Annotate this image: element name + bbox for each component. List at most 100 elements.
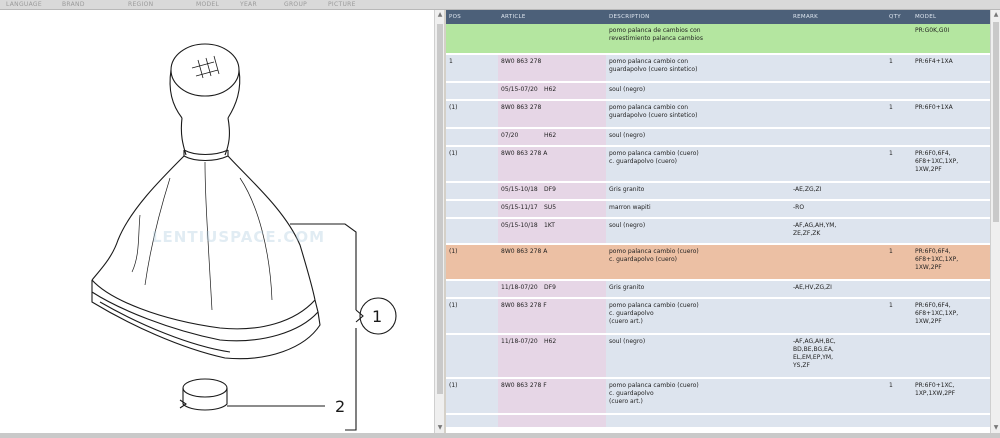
cell-remark: [790, 100, 886, 129]
column-header-description[interactable]: DESCRIPTION: [606, 10, 790, 24]
table-row[interactable]: 05/15-10/18 DF9 Gris granito -AE,ZG,ZI: [446, 182, 990, 201]
cell-remark: [790, 128, 886, 147]
filter-group[interactable]: GROUP: [284, 1, 307, 8]
cell-model: [912, 334, 990, 379]
variant-color-code: DF9: [544, 284, 556, 291]
column-header-article[interactable]: ARTICLE: [498, 10, 606, 24]
parts-table: POS ARTICLE DESCRIPTION REMARK QTY MODEL pomo…: [446, 10, 990, 429]
cell-pos: [446, 128, 498, 147]
cell-qty: [886, 182, 912, 201]
scroll-down-arrow-icon[interactable]: ▼: [991, 423, 1000, 433]
filter-brand[interactable]: BRAND: [62, 1, 85, 8]
filter-year[interactable]: YEAR: [240, 1, 257, 8]
table-row[interactable]: 05/15-11/17 SU5 marron wapiti -RO: [446, 200, 990, 219]
diagram-scrollbar[interactable]: ▲ ▼: [434, 10, 444, 433]
table-row[interactable]: pomo palanca de cambios con revestimient…: [446, 24, 990, 55]
filter-region[interactable]: REGION: [128, 1, 153, 8]
cell-remark: [790, 24, 886, 55]
cell-pos: (1): [446, 378, 498, 415]
column-header-pos[interactable]: POS: [446, 10, 498, 24]
cell-article: 11/18-07/20 DF9: [498, 280, 606, 299]
table-row[interactable]: (1) 8W0 863 278 pomo palanca cambio con gu…: [446, 100, 990, 129]
cell-model: PR:G0K,G0I: [912, 24, 990, 55]
variant-color-code: H62: [544, 132, 557, 139]
top-filter-bar: LANGUAGE BRAND REGION MODEL YEAR GROUP PICTURE: [0, 0, 1000, 10]
cell-description: pomo palanca cambio (cuero) c. guardapol…: [606, 378, 790, 415]
variant-date: 11/18-07/20: [501, 284, 538, 291]
cell-description: marron wapiti: [606, 200, 790, 219]
cell-qty: 1: [886, 146, 912, 183]
filter-picture[interactable]: PICTURE: [328, 1, 356, 8]
cell-model: [912, 218, 990, 245]
variant-date: 11/18-07/20: [501, 338, 538, 345]
cell-article: 8W0 863 278 F: [498, 378, 606, 415]
cell-qty: [886, 414, 912, 429]
cell-pos: (1): [446, 244, 498, 281]
watermark: LENTIUSPACE.COM: [152, 228, 326, 246]
cell-qty: [886, 128, 912, 147]
cell-description: soul (negro): [606, 334, 790, 379]
scroll-up-arrow-icon[interactable]: ▲: [435, 10, 445, 20]
table-row[interactable]: 05/15-07/20 H62 soul (negro): [446, 82, 990, 101]
cell-pos: (1): [446, 298, 498, 335]
scroll-down-arrow-icon[interactable]: ▼: [435, 423, 445, 433]
cell-qty: 1: [886, 244, 912, 281]
cell-article: [498, 24, 606, 55]
table-row[interactable]: (1) 8W0 863 278 Fpomo palanca cambio (cue…: [446, 378, 990, 415]
table-scrollbar[interactable]: ▲ ▼: [990, 10, 1000, 433]
table-row-selected[interactable]: (1) 8W0 863 278 Apomo palanca cambio (cue…: [446, 244, 990, 281]
table-scroll-thumb[interactable]: [993, 22, 999, 222]
table-row[interactable]: [446, 414, 990, 429]
variant-color-code: SU5: [544, 204, 557, 211]
cell-pos: [446, 24, 498, 55]
cell-remark: [790, 82, 886, 101]
filter-model[interactable]: MODEL: [196, 1, 219, 8]
cell-qty: [886, 218, 912, 245]
table-header: POS ARTICLE DESCRIPTION REMARK QTY MODEL: [446, 10, 990, 24]
cell-model: [912, 414, 990, 429]
cell-model: PR:6F0+1XA: [912, 100, 990, 129]
column-header-remark[interactable]: REMARK: [790, 10, 886, 24]
filter-language[interactable]: LANGUAGE: [6, 1, 42, 8]
cell-qty: [886, 200, 912, 219]
cell-pos: [446, 414, 498, 429]
cell-model: PR:6F0,6F4, 6F8+1XC,1XP, 1XW,2PF: [912, 146, 990, 183]
cell-model: [912, 280, 990, 299]
scroll-up-arrow-icon[interactable]: ▲: [991, 10, 1000, 20]
column-header-qty[interactable]: QTY: [886, 10, 912, 24]
table-row[interactable]: (1) 8W0 863 278 Fpomo palanca cambio (cue…: [446, 298, 990, 335]
cell-article: 07/20 H62: [498, 128, 606, 147]
cell-remark: -AF,AG,AH,BC, BD,BE,BG,EA, EL,EM,EP,YM, …: [790, 334, 886, 379]
cell-article: 05/15-10/18 1KT: [498, 218, 606, 245]
column-header-model[interactable]: MODEL: [912, 10, 990, 24]
table-row[interactable]: 1 8W0 863 278 pomo palanca cambio con guar…: [446, 54, 990, 83]
cell-qty: 1: [886, 100, 912, 129]
table-row[interactable]: (1) 8W0 863 278 Apomo palanca cambio (cue…: [446, 146, 990, 183]
table-row[interactable]: 11/18-07/20 DF9 Gris granito -AE,HV,ZG,ZI: [446, 280, 990, 299]
table-row[interactable]: 11/18-07/20 H62 soul (negro) -AF,AG,AH,BC, …: [446, 334, 990, 379]
bottom-bar: [0, 433, 1000, 438]
variant-color-code: 1KT: [544, 222, 555, 229]
cell-pos: (1): [446, 146, 498, 183]
callout-2-label: 2: [335, 397, 345, 416]
cell-qty: [886, 82, 912, 101]
callout-1-label: 1: [372, 307, 382, 326]
cell-description: pomo palanca cambio (cuero) c. guardapol…: [606, 146, 790, 183]
cell-article: [498, 414, 606, 429]
cell-description: [606, 414, 790, 429]
cell-description: pomo palanca cambio (cuero) c. guardapol…: [606, 298, 790, 335]
cell-description: Gris granito: [606, 182, 790, 201]
cell-description: pomo palanca cambio con guardapolvo (cue…: [606, 54, 790, 83]
cell-model: PR:6F0+1XC, 1XP,1XW,2PF: [912, 378, 990, 415]
table-row[interactable]: 05/15-10/18 1KT soul (negro) -AF,AG,AH,YM, …: [446, 218, 990, 245]
cell-model: PR:6F0,6F4, 6F8+1XC,1XP, 1XW,2PF: [912, 244, 990, 281]
cell-qty: 1: [886, 298, 912, 335]
variant-color-code: H62: [544, 338, 557, 345]
variant-color-code: DF9: [544, 186, 556, 193]
cell-article: 8W0 863 278: [498, 54, 606, 83]
cell-remark: [790, 54, 886, 83]
diagram-scroll-thumb[interactable]: [437, 24, 443, 394]
cell-qty: 1: [886, 378, 912, 415]
cell-remark: -AE,ZG,ZI: [790, 182, 886, 201]
table-row[interactable]: 07/20 H62 soul (negro): [446, 128, 990, 147]
